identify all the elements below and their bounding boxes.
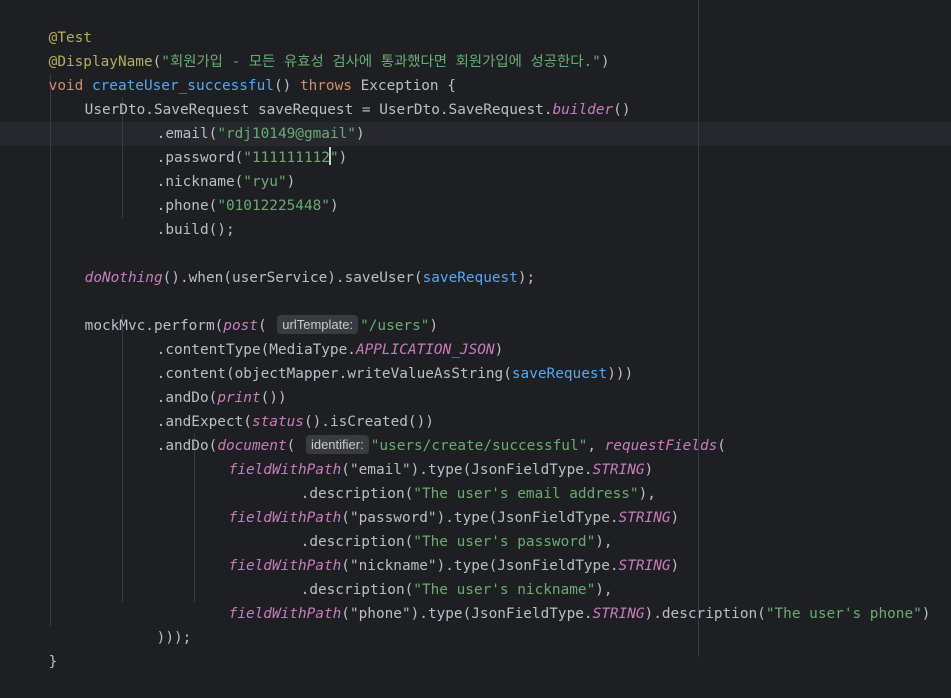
paren: ) (670, 510, 680, 526)
argument-string: ("phone") (341, 606, 420, 622)
code-line[interactable]: .phone("01012225448") (122, 170, 339, 214)
string-literal: " (329, 150, 339, 166)
method-call: .build(); (156, 222, 235, 238)
parens: () (613, 102, 631, 118)
paren: ) (329, 198, 339, 214)
paren: ( (503, 366, 512, 382)
code-line-active[interactable]: .password("111111112") (122, 122, 347, 166)
method-call: ).description( (644, 606, 766, 622)
code-line[interactable]: .email("rdj10149@gmail") (122, 98, 365, 142)
code-line[interactable]: fieldWithPath("nickname").type(JsonField… (194, 530, 680, 574)
code-line[interactable]: .build(); (122, 194, 235, 238)
argument: saveRequest (422, 270, 518, 286)
code-line[interactable]: fieldWithPath("phone").type(JsonFieldTyp… (194, 578, 931, 622)
paren: ( (413, 270, 423, 286)
code-line[interactable]: .description("The user's password"), (266, 506, 613, 550)
code-line[interactable]: } (14, 626, 58, 670)
type-ref: UserDto.SaveRequest. (379, 102, 553, 118)
paren: ) (355, 126, 365, 142)
closing-parens: ))); (156, 630, 192, 646)
static-method: builder (552, 102, 614, 118)
static-method: doNothing (84, 270, 163, 286)
string-literal: "The user's phone" (765, 606, 922, 622)
constant: STRING (592, 606, 645, 622)
method-call: .type(JsonFieldType. (419, 606, 593, 622)
code-line[interactable]: fieldWithPath("email").type(JsonFieldTyp… (194, 434, 654, 478)
paren: ) (921, 606, 931, 622)
method-call: saveUser (344, 270, 414, 286)
paren: ))) (607, 366, 634, 382)
code-line[interactable]: @Test (14, 2, 92, 46)
static-method: fieldWithPath (228, 606, 342, 622)
method-chain: ().when(userService). (162, 270, 345, 286)
paren: ); (517, 270, 536, 286)
code-line[interactable]: .description("The user's nickname"), (266, 554, 613, 598)
code-line[interactable]: .andExpect(status().isCreated()) (122, 386, 434, 430)
constant: STRING (618, 510, 671, 526)
code-line[interactable]: ))); (122, 602, 192, 646)
code-line[interactable]: .content(objectMapper.writeValueAsString… (122, 338, 634, 382)
code-line[interactable]: @DisplayName("회원가입 - 모든 유효성 검사에 통과했다면 회원… (14, 26, 610, 70)
code-line[interactable]: void createUser_successful() throws Exce… (14, 50, 456, 94)
code-editor[interactable]: @Test @DisplayName("회원가입 - 모든 유효성 검사에 통과… (0, 0, 951, 670)
code-line[interactable]: UserDto.SaveRequest saveRequest = UserDt… (50, 74, 631, 118)
closing-brace: } (48, 654, 58, 670)
code-line[interactable]: .contentType(MediaType.APPLICATION_JSON) (122, 314, 504, 358)
code-line[interactable]: .andDo(print()) (122, 362, 287, 406)
method-call: writeValueAsString (347, 366, 504, 382)
paren: ) (670, 558, 680, 574)
code-line[interactable]: .nickname("ryu") (122, 146, 296, 190)
paren: ) (338, 150, 348, 166)
constant: STRING (618, 558, 671, 574)
right-margin-guide (698, 0, 699, 657)
code-line[interactable]: .andDo(document( identifier: "users/creat… (122, 410, 726, 454)
code-line[interactable]: .description("The user's email address")… (266, 458, 656, 502)
code-line[interactable]: fieldWithPath("password").type(JsonField… (194, 482, 680, 526)
argument: saveRequest (511, 366, 608, 382)
code-line[interactable]: mockMvc.perform(post( urlTemplate: "/user… (50, 290, 438, 334)
paren: ( (717, 438, 726, 454)
paren: ) (600, 54, 610, 70)
code-line[interactable]: doNothing().when(userService).saveUser(s… (50, 242, 536, 286)
